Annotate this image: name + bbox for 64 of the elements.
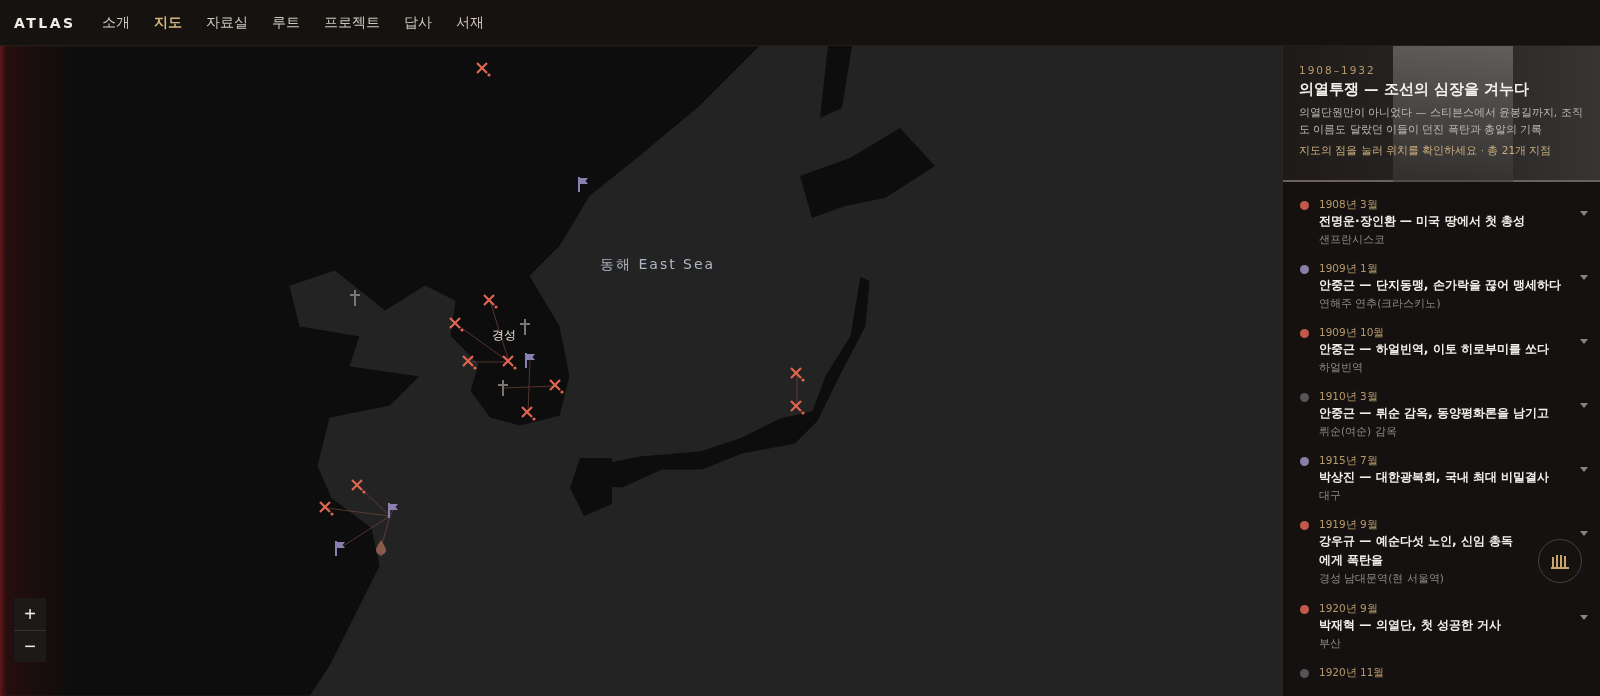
hint-text: 지도의 점을 눌러 위치를 확인하세요 · 총 21개 지점 [1299,144,1553,158]
sea-label: 동해 East Sea [600,256,716,274]
nav-link[interactable]: 서재 [443,13,496,32]
nav-link[interactable]: 자료실 [193,13,260,32]
event-title[interactable]: 박상진 — 대한광복회, 국내 최대 비밀결사 [1319,468,1550,487]
event-title[interactable]: 강우규 — 예순다섯 노인, 신임 총독에게 폭탄을 [1319,532,1524,570]
x-mark-icon[interactable] [350,478,366,494]
city-label: 경성 [492,328,516,343]
event-title[interactable]: 박재혁 — 의열단, 첫 성공한 거사 [1319,616,1502,635]
nav-link[interactable]: 답사 [391,13,444,32]
nav-link[interactable]: 프로젝트 [311,13,392,32]
x-mark-icon[interactable] [318,500,334,516]
flag-icon[interactable] [575,176,591,192]
event-place: 연해주 연추(크라스키노) [1319,296,1442,311]
cross-icon[interactable] [517,319,533,335]
flag-icon[interactable] [385,502,401,518]
event-title[interactable]: 안중근 — 뤼순 감옥, 동양평화론을 남기고 [1319,404,1550,423]
event-date: 1909년 1월 [1319,261,1379,276]
event-place: 하얼빈역 [1319,360,1364,375]
flag-icon[interactable] [522,352,538,368]
drop-icon[interactable] [373,540,389,556]
event-title[interactable]: 안중근 — 하얼빈역, 이토 히로부미를 쏘다 [1319,340,1550,359]
event-date: 1910년 3월 [1319,389,1379,404]
bar-chart-icon [1550,553,1570,569]
caret-icon[interactable] [1580,339,1588,344]
event-place: 뤼순(여순) 감옥 [1319,424,1398,439]
x-mark-icon[interactable] [475,61,491,77]
event-place: 부산 [1319,636,1342,651]
x-mark-icon[interactable] [448,316,464,332]
event-title[interactable]: 안중근 — 단지동맹, 손가락을 끊어 맹세하다 [1319,276,1562,295]
caret-icon[interactable] [1580,531,1588,536]
x-mark-icon[interactable] [520,405,536,421]
x-mark-icon[interactable] [461,354,477,370]
caret-icon[interactable] [1580,615,1588,620]
nav-link[interactable]: 루트 [259,13,312,32]
flag-icon[interactable] [332,540,348,556]
x-mark-icon[interactable] [548,378,564,394]
event-date: 1920년 11월 [1319,665,1386,680]
library-button[interactable] [1538,539,1582,583]
event-date: 1909년 10월 [1319,325,1386,340]
hero-title: 의열투쟁 — 조선의 심장을 겨누다 [1299,80,1530,99]
event-place: 대구 [1319,488,1342,503]
x-mark-icon[interactable] [789,399,805,415]
event-date: 1915년 7월 [1319,453,1379,468]
event-title[interactable]: 전명운·장인환 — 미국 땅에서 첫 총성 [1319,212,1526,231]
event-place: 경성 남대문역(현 서울역) [1319,571,1445,586]
event-date: 1908년 3월 [1319,197,1379,212]
caret-icon[interactable] [1580,211,1588,216]
x-mark-icon[interactable] [789,366,805,382]
nav-link[interactable]: 소개 [89,13,142,32]
nav-link[interactable]: 지도 [141,13,194,32]
caret-icon[interactable] [1580,467,1588,472]
logo[interactable]: ATLAS [14,14,76,31]
hero-description: 의열단원만이 아니었다 — 스티븐스에서 윤봉길까지, 조직도 이름도 달랐던 이들이 던진 폭탄과 총알의 기록 [1299,105,1584,137]
caret-icon[interactable] [1580,275,1588,280]
cross-icon[interactable] [347,290,363,306]
caret-icon[interactable] [1580,403,1588,408]
event-date: 1919년 9월 [1319,517,1379,532]
event-place: 샌프란시스코 [1319,232,1386,247]
cross-icon[interactable] [495,380,511,396]
x-mark-icon[interactable] [482,293,498,309]
event-date: 1920년 9월 [1319,601,1379,616]
period-text: 1908–1932 [1299,64,1377,76]
x-mark-icon[interactable] [501,354,517,370]
